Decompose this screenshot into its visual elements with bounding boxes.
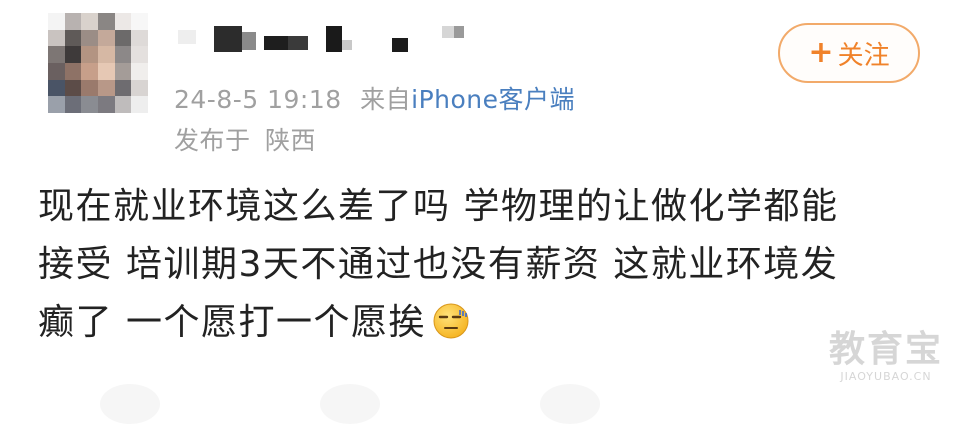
avatar-mosaic-tile — [64, 79, 82, 97]
watermark-domain: JIAOYUBAO.CN — [840, 370, 932, 383]
avatar-mosaic-tile — [64, 62, 82, 80]
avatar-mosaic-tile — [131, 79, 148, 97]
username-pixel-block — [264, 36, 288, 50]
avatar-mosaic-tile — [131, 29, 148, 47]
avatar-mosaic-tile — [81, 96, 98, 113]
avatar-mosaic-tile — [97, 29, 115, 47]
location-prefix: 发布于 — [174, 126, 251, 155]
avatar-mosaic-tile — [81, 29, 98, 47]
action-bar-faded — [100, 384, 860, 424]
avatar-mosaic-tile — [131, 62, 148, 80]
avatar-mosaic-tile — [81, 13, 98, 30]
username-pixel-block — [288, 36, 308, 50]
avatar-mosaic-tile — [97, 46, 115, 63]
content-line: 接受 培训期3天不通过也没有薪资 这就业环境发 — [38, 244, 839, 285]
avatar-mosaic-tile — [97, 13, 115, 30]
avatar-mosaic-tile — [48, 62, 65, 80]
avatar-mosaic-tile — [64, 29, 82, 47]
avatar-mosaic-tile — [48, 29, 65, 47]
content-line-last: 癫了 一个愿打一个愿挨 — [38, 294, 918, 352]
username-pixel-block — [392, 38, 408, 52]
username-pixel-block — [326, 26, 342, 52]
plus-icon: + — [808, 35, 834, 70]
avatar-mosaic-tile — [97, 96, 115, 113]
avatar-mosaic-tile — [48, 13, 65, 30]
username-pixel-block — [342, 40, 352, 50]
speechless-face-icon — [432, 300, 470, 339]
username-pixel-block — [178, 30, 196, 44]
avatar-mosaic-tile — [114, 79, 132, 97]
avatar[interactable] — [48, 13, 148, 113]
follow-button[interactable]: + 关注 — [778, 23, 920, 83]
watermark: 教育宝 JIAOYUBAO.CN — [826, 330, 946, 384]
watermark-logo-text: 教育宝 — [828, 329, 943, 370]
avatar-mosaic-tile — [114, 62, 132, 80]
source-prefix: 来自 — [360, 85, 412, 114]
avatar-mosaic-tile — [131, 13, 148, 30]
username-pixelated[interactable] — [178, 22, 488, 58]
avatar-mosaic-tile — [48, 79, 65, 97]
faded-action — [100, 384, 160, 424]
avatar-mosaic-tile — [81, 79, 98, 97]
username-pixel-block — [454, 26, 464, 38]
username-pixel-block — [242, 32, 256, 50]
username-pixel-block — [214, 26, 242, 52]
avatar-mosaic-tile — [114, 13, 132, 30]
avatar-mosaic-tile — [48, 46, 65, 63]
avatar-mosaic-tile — [114, 96, 132, 113]
avatar-mosaic-tile — [81, 46, 98, 63]
faded-action — [540, 384, 600, 424]
avatar-mosaic-tile — [131, 46, 148, 63]
avatar-mosaic-tile — [81, 62, 98, 80]
avatar-mosaic-tile — [64, 13, 82, 30]
post-time: 24-8-5 19:18 — [174, 85, 342, 114]
avatar-mosaic-tile — [64, 46, 82, 63]
follow-label: 关注 — [837, 40, 890, 71]
avatar-mosaic-tile — [131, 96, 148, 113]
avatar-mosaic-tile — [97, 79, 115, 97]
faded-action — [320, 384, 380, 424]
post-source[interactable]: iPhone客户端 — [411, 85, 575, 114]
post-content: 现在就业环境这么差了吗 学物理的让做化学都能 接受 培训期3天不通过也没有薪资 … — [38, 178, 918, 352]
avatar-mosaic-tile — [64, 96, 82, 113]
avatar-mosaic-tile — [114, 46, 132, 63]
post-meta: 24-8-5 19:18 来自iPhone客户端 — [174, 80, 575, 116]
avatar-mosaic-tile — [114, 29, 132, 47]
location-name: 陕西 — [264, 126, 316, 155]
avatar-mosaic-tile — [97, 62, 115, 80]
content-line: 现在就业环境这么差了吗 学物理的让做化学都能 — [38, 186, 839, 227]
weibo-post: 24-8-5 19:18 来自iPhone客户端 发布于 陕西 + 关注 现在就… — [0, 0, 958, 424]
avatar-mosaic-tile — [48, 96, 65, 113]
post-location: 发布于 陕西 — [174, 121, 316, 157]
username-pixel-block — [442, 26, 454, 38]
content-line-text: 癫了 一个愿打一个愿挨 — [38, 302, 426, 343]
